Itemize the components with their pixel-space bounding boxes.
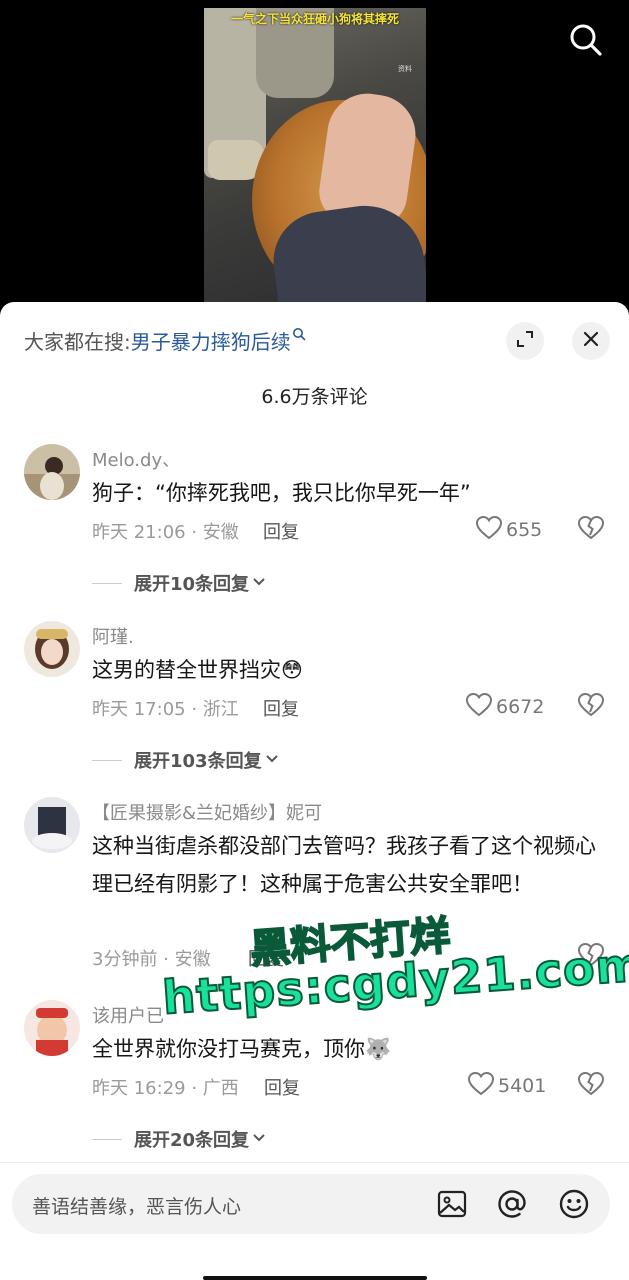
comment-meta: 昨天 21:06 · 安徽 xyxy=(92,522,239,543)
expand-replies-label: 展开103条回复 xyxy=(134,751,262,772)
username[interactable]: Melo.dy、 xyxy=(92,446,180,472)
video-caption: 一气之下当众狂砸小狗将其摔死 xyxy=(230,12,399,26)
expand-button[interactable] xyxy=(506,322,544,360)
comment-meta: 昨天 16:29 · 广西 xyxy=(92,1078,239,1099)
expand-replies-label: 展开10条回复 xyxy=(134,574,250,595)
chevron-down-icon xyxy=(249,1130,269,1149)
comment-text: 这种当街虐杀都没部门去管吗？我孩子看了这个视频心理已经有阴影了！这种属于危害公共… xyxy=(92,834,596,896)
expand-replies[interactable]: 展开10条回复 xyxy=(92,570,269,596)
video-player[interactable]: 一气之下当众狂砸小狗将其摔死 资料 xyxy=(0,0,629,320)
avatar[interactable] xyxy=(24,1000,80,1056)
chevron-down-icon xyxy=(249,574,269,593)
divider xyxy=(0,1162,629,1163)
like-button[interactable]: 655 xyxy=(475,515,543,544)
username[interactable]: 阿瑾. xyxy=(92,623,134,649)
divider xyxy=(92,1138,122,1140)
hot-search[interactable]: 大家都在搜:男子暴力摔狗后续 xyxy=(24,326,306,355)
video-mark: 资料 xyxy=(398,65,412,73)
like-button[interactable]: 5401 xyxy=(467,1071,547,1100)
reply-button[interactable]: 回复 xyxy=(263,518,299,544)
comment-count: 6.6万条评论 xyxy=(261,386,368,408)
close-button[interactable] xyxy=(572,322,610,360)
comment-meta: 3分钟前 · 安徽 xyxy=(92,949,211,970)
broken-heart-icon[interactable] xyxy=(577,1071,605,1098)
at-icon[interactable] xyxy=(496,1188,528,1220)
comment-text-body: 全世界就你没打马赛克，顶你 xyxy=(92,1037,365,1061)
comment-meta: 昨天 17:05 · 浙江 xyxy=(92,699,239,720)
comment-text: 狗子：“你摔死我吧，我只比你早死一年” xyxy=(92,481,471,505)
avatar[interactable] xyxy=(24,621,80,677)
heart-icon xyxy=(467,1071,495,1100)
expand-replies[interactable]: 展开103条回复 xyxy=(92,747,282,773)
like-count: 655 xyxy=(506,519,543,541)
heart-icon xyxy=(465,692,493,721)
username[interactable]: 【匠果摄影&兰妃婚纱】妮可 xyxy=(92,799,322,825)
hot-search-label: 大家都在搜: xyxy=(24,330,131,354)
comment-text: 全世界就你没打马赛克，顶你🐺 xyxy=(92,1030,602,1068)
comment-text: 这男的替全世界挡灾😳 xyxy=(92,651,602,689)
expand-replies-label: 展开20条回复 xyxy=(134,1130,250,1151)
avatar[interactable] xyxy=(24,797,80,853)
heart-icon xyxy=(475,515,503,544)
close-icon xyxy=(581,329,601,353)
home-indicator[interactable] xyxy=(203,1276,427,1280)
image-icon[interactable] xyxy=(436,1188,468,1220)
search-icon[interactable] xyxy=(566,20,606,60)
comment-text-body: 这男的替全世界挡灾 xyxy=(92,658,281,682)
comment-input-placeholder: 善语结善缘，恶言伤人心 xyxy=(32,1196,242,1218)
chevron-down-icon xyxy=(262,751,282,770)
like-button[interactable]: 6672 xyxy=(465,692,545,721)
search-small-icon xyxy=(292,322,306,341)
broken-heart-icon[interactable] xyxy=(577,692,605,719)
emoji-wolf: 🐺 xyxy=(365,1037,392,1061)
comment-input[interactable]: 善语结善缘，恶言伤人心 xyxy=(12,1174,610,1234)
video-frame xyxy=(204,8,426,308)
expand-replies[interactable]: 展开20条回复 xyxy=(92,1126,269,1152)
hot-search-term[interactable]: 男子暴力摔狗后续 xyxy=(131,330,291,354)
divider xyxy=(92,582,122,584)
expand-icon xyxy=(515,329,535,353)
reply-button[interactable]: 回复 xyxy=(263,695,299,721)
broken-heart-icon[interactable] xyxy=(577,515,605,542)
like-count: 5401 xyxy=(498,1075,547,1097)
emoji-icon[interactable] xyxy=(558,1188,590,1220)
emoji-flushed: 😳 xyxy=(281,658,303,682)
username[interactable]: 该用户已 xyxy=(92,1002,164,1028)
divider xyxy=(92,759,122,761)
avatar[interactable] xyxy=(24,444,80,500)
reply-button[interactable]: 回复 xyxy=(264,1074,300,1100)
like-count: 6672 xyxy=(496,696,545,718)
